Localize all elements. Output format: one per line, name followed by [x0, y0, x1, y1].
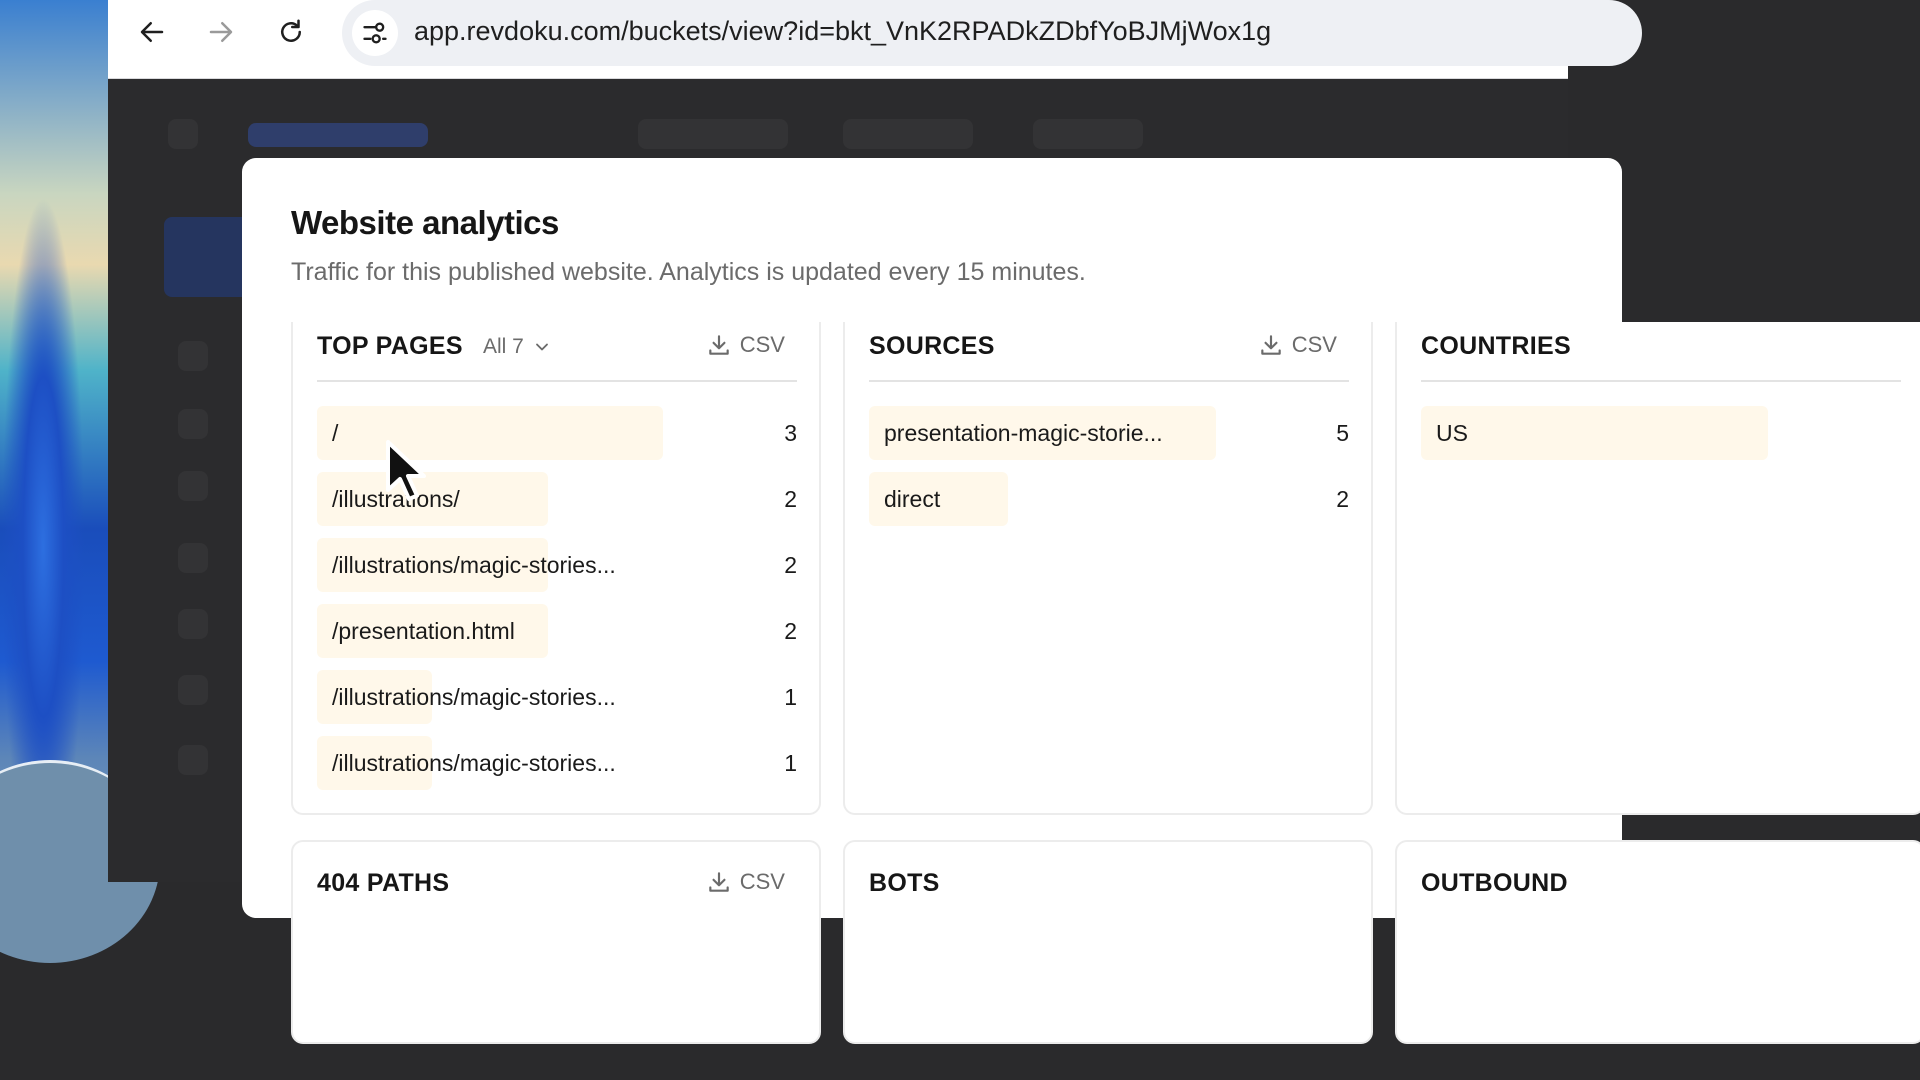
countries-card: COUNTRIES US [1395, 322, 1920, 815]
address-bar[interactable]: app.revdoku.com/buckets/view?id=bkt_VnK2… [342, 0, 1642, 66]
blurred-logo [248, 123, 428, 147]
site-info-button[interactable] [352, 10, 398, 56]
row-label: /illustrations/magic-stories... [332, 552, 616, 578]
blurred-icon [178, 409, 208, 439]
row-count: 5 [1336, 420, 1349, 446]
blurred-button [164, 217, 254, 297]
download-icon [1261, 335, 1281, 355]
blurred-icon [178, 745, 208, 775]
modal-subtitle: Traffic for this published website. Anal… [291, 258, 1086, 286]
blurred-nav-item [1033, 119, 1143, 149]
modal-title: Website analytics [291, 204, 559, 241]
share-bar [317, 406, 663, 460]
back-button[interactable] [134, 14, 170, 50]
bots-card: BOTS [843, 840, 1373, 1044]
forward-arrow-icon [209, 22, 233, 42]
top-pages-card: TOP PAGES All 7 CSV /3/illustrations/2/i… [291, 322, 821, 815]
blurred-icon [178, 609, 208, 639]
reload-button[interactable] [273, 14, 309, 50]
outbound-title: OUTBOUND [1421, 869, 1568, 897]
countries-title: COUNTRIES [1421, 332, 1571, 360]
blurred-nav-item [843, 119, 973, 149]
filter-label: All 7 [483, 335, 524, 358]
download-icon [709, 335, 729, 355]
blurred-icon [178, 471, 208, 501]
sources-csv-button[interactable]: CSV [1258, 332, 1337, 358]
browser-toolbar: app.revdoku.com/buckets/view?id=bkt_VnK2… [108, 0, 1642, 79]
blurred-menu-icon [168, 119, 198, 149]
top-pages-row[interactable]: /illustrations/magic-stories... 2 [317, 538, 797, 592]
website-analytics-modal: Website analytics Traffic for this publi… [242, 158, 1920, 1044]
tune-icon [363, 22, 387, 44]
countries-row[interactable]: US [1421, 406, 1901, 460]
outbound-card: OUTBOUND [1395, 840, 1920, 1044]
sources-title: SOURCES [869, 332, 995, 360]
row-label: /presentation.html [332, 618, 515, 644]
sources-row[interactable]: direct 2 [869, 472, 1349, 526]
top-pages-filter-dropdown[interactable]: All 7 [483, 335, 552, 359]
404-paths-csv-button[interactable]: CSV [706, 869, 785, 895]
row-label: presentation-magic-storie... [884, 420, 1163, 446]
url-text[interactable]: app.revdoku.com/buckets/view?id=bkt_VnK2… [414, 16, 1271, 47]
reload-icon [281, 19, 301, 42]
sources-card: SOURCES CSV presentation-magic-storie...… [843, 322, 1373, 815]
csv-label: CSV [739, 332, 785, 357]
row-count: 1 [784, 684, 797, 710]
top-pages-row[interactable]: /presentation.html 2 [317, 604, 797, 658]
download-icon [709, 872, 729, 892]
card-divider [869, 380, 1349, 382]
forward-button[interactable] [203, 14, 239, 50]
row-label: US [1436, 420, 1468, 446]
blurred-nav-item [638, 119, 788, 149]
row-count: 3 [784, 420, 797, 446]
chevron-down-icon [535, 343, 548, 351]
top-pages-title: TOP PAGES [317, 332, 463, 360]
top-pages-row[interactable]: /illustrations/magic-stories... 1 [317, 670, 797, 724]
csv-label: CSV [1291, 332, 1337, 357]
sources-row[interactable]: presentation-magic-storie... 5 [869, 406, 1349, 460]
row-label: /illustrations/magic-stories... [332, 750, 616, 776]
row-count: 1 [784, 750, 797, 776]
404-paths-title: 404 PATHS [317, 869, 450, 897]
top-pages-csv-button[interactable]: CSV [706, 332, 785, 358]
row-label: direct [884, 486, 941, 512]
top-pages-row[interactable]: /illustrations/magic-stories... 1 [317, 736, 797, 790]
card-divider [317, 380, 797, 382]
desktop-wallpaper [0, 0, 160, 963]
mouse-cursor-icon [386, 440, 426, 501]
row-label: /illustrations/magic-stories... [332, 684, 616, 710]
share-bar [1421, 406, 1768, 460]
404-paths-card: 404 PATHS CSV [291, 840, 821, 1044]
blurred-icon [178, 341, 208, 371]
row-count: 2 [784, 618, 797, 644]
back-arrow-icon [140, 22, 164, 42]
row-label: / [332, 420, 339, 446]
blurred-icon [178, 675, 208, 705]
row-count: 2 [1336, 486, 1349, 512]
csv-label: CSV [739, 869, 785, 894]
blurred-icon [178, 543, 208, 573]
row-count: 2 [784, 486, 797, 512]
row-count: 2 [784, 552, 797, 578]
card-divider [1421, 380, 1901, 382]
bots-title: BOTS [869, 869, 940, 897]
